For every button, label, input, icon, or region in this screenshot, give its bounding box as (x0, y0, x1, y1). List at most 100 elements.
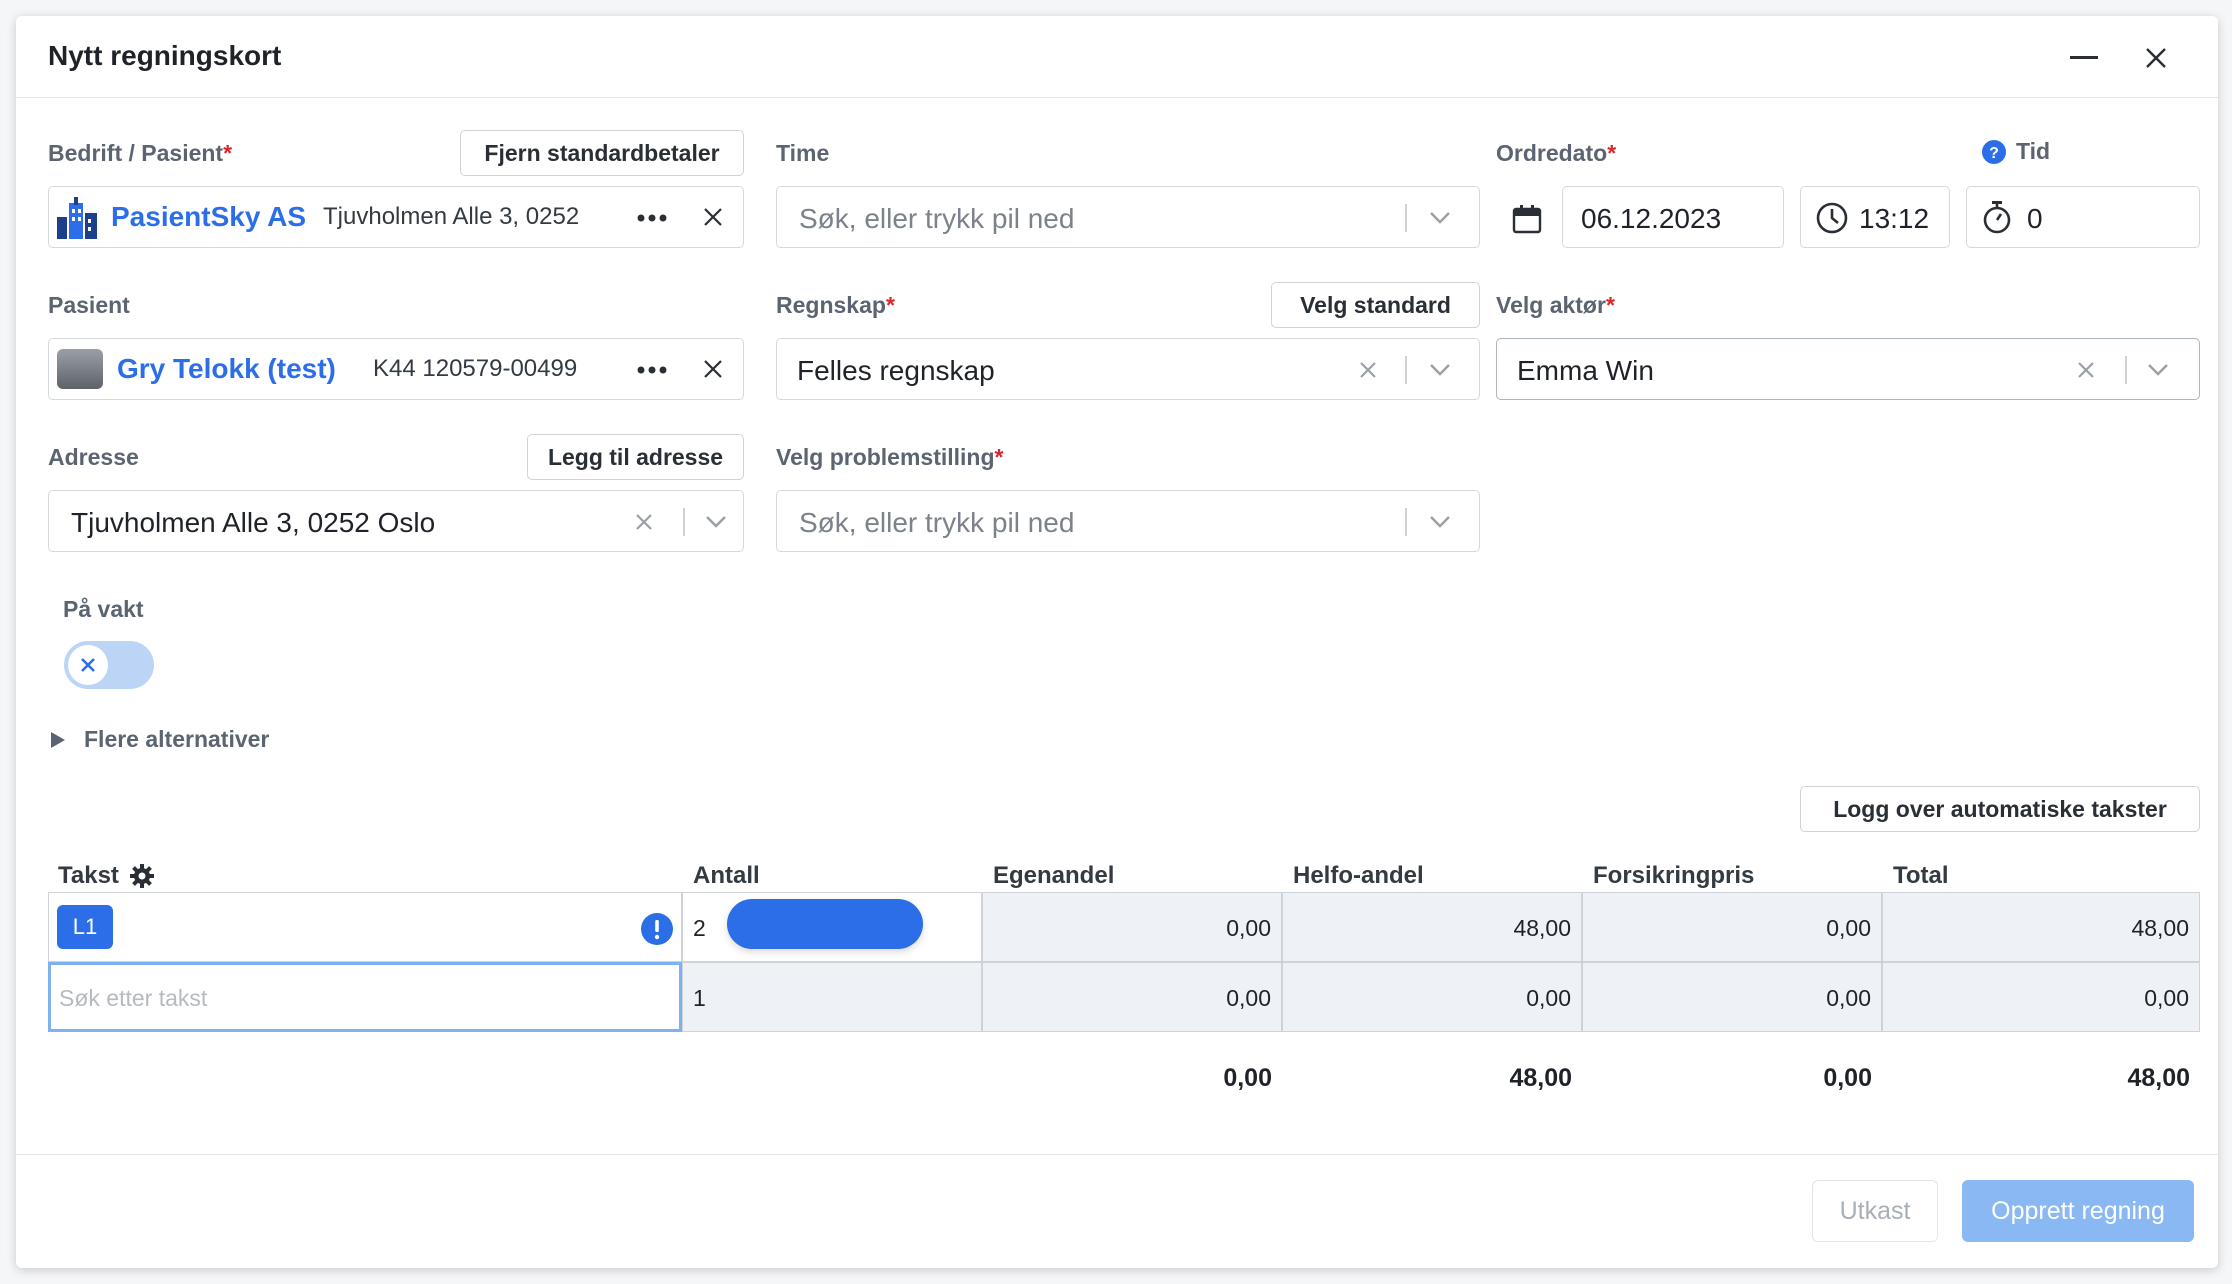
takst-code-badge[interactable]: L1 (57, 905, 113, 949)
accounting-select[interactable]: Felles regnskap (776, 338, 1480, 400)
address-select[interactable]: Tjuvholmen Alle 3, 0252 Oslo (48, 490, 744, 552)
problem-placeholder: Søk, eller trykk pil ned (799, 507, 1075, 538)
problem-label: Velg problemstilling* (776, 444, 1004, 470)
redaction-blob (727, 899, 923, 949)
table-row-1-antall[interactable]: 2 (682, 892, 982, 962)
help-icon[interactable]: ? (1982, 139, 2006, 164)
time-placeholder: Søk, eller trykk pil ned (799, 203, 1075, 234)
helfo-value: 0,00 (1526, 985, 1571, 1011)
close-button[interactable] (2134, 36, 2178, 80)
separator (1405, 508, 1407, 536)
chevron-down-icon[interactable] (2147, 363, 2169, 377)
patient-name-link[interactable]: Gry Telokk (test) (117, 353, 336, 385)
separator (2125, 356, 2127, 384)
header-total: Total (1893, 862, 1949, 889)
total-value: 0,00 (2144, 985, 2189, 1011)
table-row-2-egenandel: 0,00 (982, 962, 1282, 1032)
order-time-input[interactable]: 13:12 (1800, 186, 1950, 248)
on-duty-toggle[interactable] (64, 641, 154, 689)
company-field[interactable]: PasientSky AS Tjuvholmen Alle 3, 0252 (48, 186, 744, 248)
svg-text:?: ? (1989, 145, 1999, 162)
dialog-title: Nytt regningskort (48, 40, 282, 71)
caret-right-icon (51, 731, 65, 748)
patient-label: Pasient (48, 292, 130, 318)
clear-icon[interactable] (1359, 361, 1377, 379)
more-options-expander[interactable]: Flere alternativer (50, 726, 269, 753)
minimize-button[interactable] (2062, 36, 2106, 80)
table-row-1-total: 48,00 (1882, 892, 2200, 962)
tid-label-group: ? Tid (1982, 138, 2050, 165)
header-egenandel: Egenandel (993, 862, 1115, 889)
company-address: Tjuvholmen Alle 3, 0252 (323, 203, 580, 230)
address-value: Tjuvholmen Alle 3, 0252 Oslo (71, 507, 436, 538)
header-takst: Takst (58, 862, 155, 890)
total-egenandel: 0,00 (1223, 1064, 1272, 1092)
egenandel-value: 0,00 (1226, 985, 1271, 1011)
table-row-1-egenandel: 0,00 (982, 892, 1282, 962)
helfo-value: 48,00 (1513, 915, 1571, 941)
clear-company-icon[interactable] (703, 207, 723, 227)
footer-divider (16, 1154, 2218, 1155)
actor-select[interactable]: Emma Win (1496, 338, 2200, 400)
order-date-value: 06.12.2023 (1581, 203, 1722, 234)
set-default-button[interactable]: Velg standard (1271, 282, 1480, 328)
table-row-2-helfo: 0,00 (1282, 962, 1582, 1032)
table-row-2-antall[interactable]: 1 (682, 962, 982, 1032)
company-patient-label: Bedrift / Pasient* (48, 140, 233, 166)
clear-icon[interactable] (2077, 361, 2095, 379)
draft-button[interactable]: Utkast (1812, 1180, 1938, 1242)
tid-value: 0 (2027, 203, 2043, 234)
clear-icon[interactable] (635, 513, 653, 531)
total-value: 48,00 (2131, 915, 2189, 941)
antall-value: 1 (693, 985, 706, 1011)
actor-value: Emma Win (1517, 355, 1654, 386)
chevron-down-icon[interactable] (705, 515, 727, 529)
order-date-label: Ordredato* (1496, 140, 1617, 166)
antall-value: 2 (693, 915, 706, 941)
accounting-value: Felles regnskap (797, 355, 995, 386)
dialog-header: Nytt regningskort (16, 16, 2218, 98)
patient-field[interactable]: Gry Telokk (test) K44 120579-00499 (48, 338, 744, 400)
chevron-down-icon[interactable] (1429, 211, 1451, 225)
order-date-input[interactable]: 06.12.2023 (1562, 186, 1784, 248)
calendar-icon[interactable] (1512, 204, 1542, 234)
building-icon (57, 197, 97, 239)
chevron-down-icon[interactable] (1429, 515, 1451, 529)
new-invoice-dialog: Nytt regningskort Bedrift / Pasient* Fje… (16, 16, 2218, 1268)
company-name-link[interactable]: PasientSky AS (111, 201, 306, 233)
tid-input[interactable]: 0 (1966, 186, 2200, 248)
clear-patient-icon[interactable] (703, 359, 723, 379)
table-row-2-total: 0,00 (1882, 962, 2200, 1032)
warning-icon[interactable] (641, 913, 673, 945)
takst-search-placeholder: Søk etter takst (59, 985, 208, 1011)
problem-select[interactable]: Søk, eller trykk pil ned (776, 490, 1480, 552)
stopwatch-icon (1983, 201, 2011, 234)
table-row-1-helfo: 48,00 (1282, 892, 1582, 962)
more-options-icon[interactable] (637, 214, 667, 222)
toggle-off-icon (81, 658, 95, 672)
clock-icon (1816, 202, 1848, 234)
patient-avatar (57, 349, 103, 389)
address-label: Adresse (48, 444, 139, 470)
total-sum: 48,00 (2127, 1064, 2190, 1092)
auto-fee-log-button[interactable]: Logg over automatiske takster (1800, 786, 2200, 832)
gear-icon[interactable] (129, 863, 155, 889)
table-row-1-takst[interactable]: L1 (48, 892, 682, 962)
time-select[interactable]: Søk, eller trykk pil ned (776, 186, 1480, 248)
patient-id: K44 120579-00499 (373, 355, 578, 382)
tid-label: Tid (2016, 138, 2051, 164)
create-invoice-button[interactable]: Opprett regning (1962, 1180, 2194, 1242)
more-options-icon[interactable] (637, 366, 667, 374)
time-label: Time (776, 140, 830, 166)
header-helfo: Helfo-andel (1293, 862, 1424, 889)
takst-search-input[interactable]: Søk etter takst (48, 962, 682, 1032)
separator (683, 508, 685, 536)
close-icon (2146, 48, 2166, 68)
chevron-down-icon[interactable] (1429, 363, 1451, 377)
minimize-icon (2070, 56, 2098, 59)
remove-default-payer-button[interactable]: Fjern standardbetaler (460, 130, 744, 176)
table-row-1-forsikring: 0,00 (1582, 892, 1882, 962)
add-address-button[interactable]: Legg til adresse (527, 434, 744, 480)
egenandel-value: 0,00 (1226, 915, 1271, 941)
forsikring-value: 0,00 (1826, 985, 1871, 1011)
